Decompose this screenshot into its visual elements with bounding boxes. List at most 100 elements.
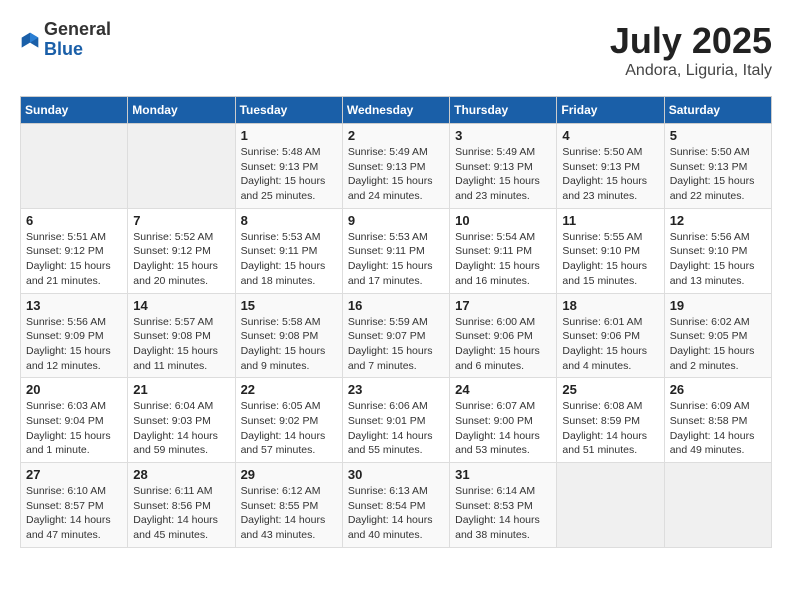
column-header-monday: Monday	[128, 97, 235, 124]
calendar-cell: 31 Sunrise: 6:14 AM Sunset: 8:53 PM Dayli…	[450, 463, 557, 548]
calendar-cell: 26Sunrise: 6:09 AM Sunset: 8:58 PM Dayli…	[664, 378, 771, 463]
logo-blue-text: Blue	[44, 40, 111, 60]
day-info: Sunrise: 6:06 AM Sunset: 9:01 PM Dayligh…	[348, 399, 444, 458]
calendar-cell: 14 Sunrise: 5:57 AM Sunset: 9:08 PM Dayli…	[128, 293, 235, 378]
column-header-tuesday: Tuesday	[235, 97, 342, 124]
day-number: 8	[241, 213, 337, 228]
calendar-week-row: 20Sunrise: 6:03 AM Sunset: 9:04 PM Dayli…	[21, 378, 772, 463]
calendar-cell: 22 Sunrise: 6:05 AM Sunset: 9:02 PM Dayli…	[235, 378, 342, 463]
day-number: 1	[241, 128, 337, 143]
day-info: Sunrise: 5:53 AM Sunset: 9:11 PM Dayligh…	[348, 230, 444, 289]
calendar-cell: 8 Sunrise: 5:53 AM Sunset: 9:11 PM Daylig…	[235, 208, 342, 293]
day-number: 13	[26, 298, 122, 313]
day-info: Sunrise: 5:59 AM Sunset: 9:07 PM Dayligh…	[348, 315, 444, 374]
day-number: 3	[455, 128, 551, 143]
calendar-cell	[664, 463, 771, 548]
column-header-thursday: Thursday	[450, 97, 557, 124]
calendar-cell: 27 Sunrise: 6:10 AM Sunset: 8:57 PM Dayli…	[21, 463, 128, 548]
day-info: Sunrise: 5:50 AM Sunset: 9:13 PM Dayligh…	[670, 145, 766, 204]
day-number: 10	[455, 213, 551, 228]
day-number: 9	[348, 213, 444, 228]
day-number: 23	[348, 382, 444, 397]
day-number: 11	[562, 213, 658, 228]
day-info: Sunrise: 5:49 AM Sunset: 9:13 PM Dayligh…	[455, 145, 551, 204]
day-info: Sunrise: 6:08 AM Sunset: 8:59 PM Dayligh…	[562, 399, 658, 458]
calendar-cell	[557, 463, 664, 548]
day-info: Sunrise: 5:52 AM Sunset: 9:12 PM Dayligh…	[133, 230, 229, 289]
calendar-cell: 28Sunrise: 6:11 AM Sunset: 8:56 PM Dayli…	[128, 463, 235, 548]
day-info: Sunrise: 6:12 AM Sunset: 8:55 PM Dayligh…	[241, 484, 337, 543]
day-info: Sunrise: 5:53 AM Sunset: 9:11 PM Dayligh…	[241, 230, 337, 289]
calendar-week-row: 27 Sunrise: 6:10 AM Sunset: 8:57 PM Dayli…	[21, 463, 772, 548]
day-info: Sunrise: 5:51 AM Sunset: 9:12 PM Dayligh…	[26, 230, 122, 289]
calendar-cell: 16 Sunrise: 5:59 AM Sunset: 9:07 PM Dayli…	[342, 293, 449, 378]
day-info: Sunrise: 6:01 AM Sunset: 9:06 PM Dayligh…	[562, 315, 658, 374]
day-info: Sunrise: 5:54 AM Sunset: 9:11 PM Dayligh…	[455, 230, 551, 289]
calendar-cell: 23 Sunrise: 6:06 AM Sunset: 9:01 PM Dayli…	[342, 378, 449, 463]
day-number: 15	[241, 298, 337, 313]
day-number: 16	[348, 298, 444, 313]
calendar-cell: 17 Sunrise: 6:00 AM Sunset: 9:06 PM Dayli…	[450, 293, 557, 378]
logo: General Blue	[20, 20, 111, 60]
day-info: Sunrise: 6:07 AM Sunset: 9:00 PM Dayligh…	[455, 399, 551, 458]
day-number: 24	[455, 382, 551, 397]
calendar-cell: 1 Sunrise: 5:48 AM Sunset: 9:13 PM Daylig…	[235, 124, 342, 209]
column-header-wednesday: Wednesday	[342, 97, 449, 124]
day-number: 7	[133, 213, 229, 228]
day-info: Sunrise: 5:50 AM Sunset: 9:13 PM Dayligh…	[562, 145, 658, 204]
column-header-saturday: Saturday	[664, 97, 771, 124]
day-number: 25	[562, 382, 658, 397]
day-number: 20	[26, 382, 122, 397]
calendar-cell: 25 Sunrise: 6:08 AM Sunset: 8:59 PM Dayli…	[557, 378, 664, 463]
calendar-header-row: SundayMondayTuesdayWednesdayThursdayFrid…	[21, 97, 772, 124]
logo-text: General Blue	[44, 20, 111, 60]
day-info: Sunrise: 5:55 AM Sunset: 9:10 PM Dayligh…	[562, 230, 658, 289]
day-number: 14	[133, 298, 229, 313]
day-info: Sunrise: 6:10 AM Sunset: 8:57 PM Dayligh…	[26, 484, 122, 543]
day-number: 29	[241, 467, 337, 482]
day-info: Sunrise: 6:00 AM Sunset: 9:06 PM Dayligh…	[455, 315, 551, 374]
calendar-cell: 4 Sunrise: 5:50 AM Sunset: 9:13 PM Daylig…	[557, 124, 664, 209]
day-info: Sunrise: 6:14 AM Sunset: 8:53 PM Dayligh…	[455, 484, 551, 543]
calendar-cell: 24 Sunrise: 6:07 AM Sunset: 9:00 PM Dayli…	[450, 378, 557, 463]
day-number: 27	[26, 467, 122, 482]
day-number: 18	[562, 298, 658, 313]
day-info: Sunrise: 6:04 AM Sunset: 9:03 PM Dayligh…	[133, 399, 229, 458]
day-number: 30	[348, 467, 444, 482]
calendar-cell	[128, 124, 235, 209]
day-info: Sunrise: 6:02 AM Sunset: 9:05 PM Dayligh…	[670, 315, 766, 374]
calendar-cell: 10 Sunrise: 5:54 AM Sunset: 9:11 PM Dayli…	[450, 208, 557, 293]
title-block: July 2025 Andora, Liguria, Italy	[610, 20, 772, 80]
calendar-cell: 9 Sunrise: 5:53 AM Sunset: 9:11 PM Daylig…	[342, 208, 449, 293]
day-info: Sunrise: 5:48 AM Sunset: 9:13 PM Dayligh…	[241, 145, 337, 204]
calendar-week-row: 6 Sunrise: 5:51 AM Sunset: 9:12 PM Daylig…	[21, 208, 772, 293]
day-info: Sunrise: 5:49 AM Sunset: 9:13 PM Dayligh…	[348, 145, 444, 204]
day-info: Sunrise: 5:56 AM Sunset: 9:09 PM Dayligh…	[26, 315, 122, 374]
calendar-cell: 29 Sunrise: 6:12 AM Sunset: 8:55 PM Dayli…	[235, 463, 342, 548]
day-number: 6	[26, 213, 122, 228]
calendar-cell: 3 Sunrise: 5:49 AM Sunset: 9:13 PM Daylig…	[450, 124, 557, 209]
day-info: Sunrise: 6:13 AM Sunset: 8:54 PM Dayligh…	[348, 484, 444, 543]
calendar-cell: 19Sunrise: 6:02 AM Sunset: 9:05 PM Dayli…	[664, 293, 771, 378]
logo-icon	[20, 31, 40, 51]
day-number: 26	[670, 382, 766, 397]
calendar-cell: 12Sunrise: 5:56 AM Sunset: 9:10 PM Dayli…	[664, 208, 771, 293]
calendar-cell: 20Sunrise: 6:03 AM Sunset: 9:04 PM Dayli…	[21, 378, 128, 463]
column-header-sunday: Sunday	[21, 97, 128, 124]
day-info: Sunrise: 5:58 AM Sunset: 9:08 PM Dayligh…	[241, 315, 337, 374]
day-number: 4	[562, 128, 658, 143]
calendar-week-row: 13 Sunrise: 5:56 AM Sunset: 9:09 PM Dayli…	[21, 293, 772, 378]
day-info: Sunrise: 5:57 AM Sunset: 9:08 PM Dayligh…	[133, 315, 229, 374]
calendar-cell: 18 Sunrise: 6:01 AM Sunset: 9:06 PM Dayli…	[557, 293, 664, 378]
day-number: 28	[133, 467, 229, 482]
day-number: 17	[455, 298, 551, 313]
calendar-cell: 2Sunrise: 5:49 AM Sunset: 9:13 PM Daylig…	[342, 124, 449, 209]
calendar-cell: 6 Sunrise: 5:51 AM Sunset: 9:12 PM Daylig…	[21, 208, 128, 293]
month-year-title: July 2025	[610, 20, 772, 62]
day-number: 21	[133, 382, 229, 397]
day-number: 22	[241, 382, 337, 397]
day-info: Sunrise: 6:05 AM Sunset: 9:02 PM Dayligh…	[241, 399, 337, 458]
day-number: 31	[455, 467, 551, 482]
day-info: Sunrise: 5:56 AM Sunset: 9:10 PM Dayligh…	[670, 230, 766, 289]
page-header: General Blue July 2025 Andora, Liguria, …	[20, 20, 772, 80]
